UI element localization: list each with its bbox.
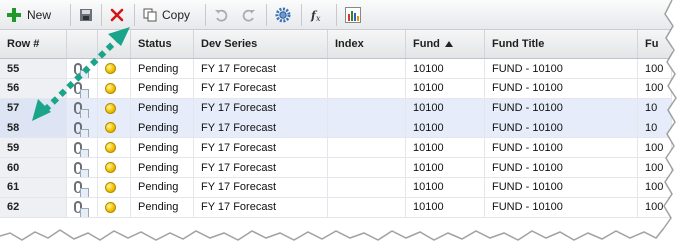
torn-edge-overlay [0,0,691,248]
